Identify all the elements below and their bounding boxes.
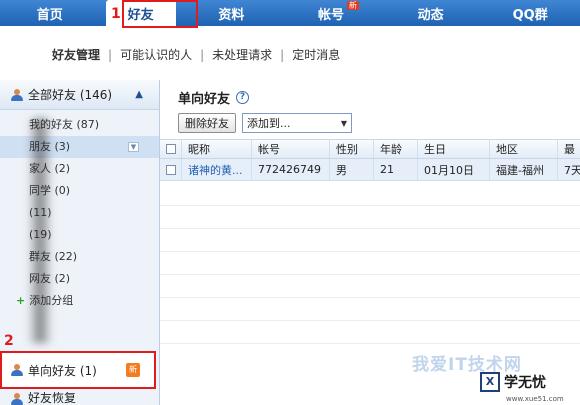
friend-recover-item[interactable]: 好友恢复 [2,392,154,405]
logo-name: 学无忧 [504,375,546,391]
col-last[interactable]: 最 [558,140,580,158]
logo-box: X [480,372,500,392]
user-icon [10,363,24,377]
toolbar: 删除好友 添加到... ▼ [168,113,580,133]
new-badge: 新 [346,1,359,10]
plus-icon: + [16,294,26,307]
new-badge: 新 [126,363,140,377]
friend-area: 福建-福州 [490,159,558,180]
delete-friend-button[interactable]: 删除好友 [178,113,236,133]
user-icon [10,88,24,102]
select-all-checkbox[interactable] [165,144,176,154]
watermark-logo: X 学无忧 [480,372,546,392]
add-to-select[interactable]: 添加到... ▼ [242,113,352,133]
table-row[interactable]: 诸神的黄... 772426749 男 21 01月10日 福建-福州 7天 [160,159,580,181]
friends-table: 昵称 帐号 性别 年龄 生日 地区 最 诸神的黄... 772426749 男 … [160,139,580,181]
row-checkbox[interactable] [165,164,176,175]
help-icon[interactable]: ? [236,91,250,104]
col-nickname[interactable]: 昵称 [182,140,252,158]
friend-group-sidebar: 全部好友 (146) ▲ 我的好友 (87) 朋友 (3) ▼ 家人 (2) 同… [0,80,160,405]
page-title: 单向好友 ? [168,88,580,107]
watermark-url: www.xue51.com [506,395,564,403]
friend-last: 7天 [564,163,580,177]
sub-nav: 好友管理 | 可能认识的人 | 未处理请求 | 定时消息 [52,46,341,63]
watermark-text: 我爱IT技术网 [412,355,522,375]
group-item[interactable]: (11) [0,202,159,224]
all-friends-header[interactable]: 全部好友 (146) ▲ [0,80,159,110]
group-item[interactable]: 群友 (22) [0,246,159,268]
friend-nickname-link[interactable]: 诸神的黄... [188,162,243,178]
col-sex[interactable]: 性别 [330,140,374,158]
nav-profile[interactable]: 资料 [182,0,282,26]
group-item[interactable]: 我的好友 (87) [0,114,159,136]
friend-account: 772426749 [252,159,330,180]
step-marker-1: 1 [111,6,121,22]
col-account[interactable]: 帐号 [252,140,330,158]
chevron-up-icon[interactable]: ▲ [135,89,143,100]
group-item[interactable]: 家人 (2) [0,158,159,180]
group-item[interactable]: 网友 (2) [0,268,159,290]
chevron-down-icon: ▼ [340,119,347,128]
group-item[interactable]: 朋友 (3) ▼ [0,136,159,158]
oneway-friends-item[interactable]: 单向好友 (1) 新 [2,353,154,387]
col-age[interactable]: 年龄 [374,140,418,158]
subnav-scheduled-messages[interactable]: 定时消息 [292,46,340,63]
site-watermark: 我爱IT技术网 X 学无忧 www.xue51.com [360,320,580,405]
main-panel: 单向好友 ? 删除好友 添加到... ▼ [168,88,580,133]
table-header: 昵称 帐号 性别 年龄 生日 地区 最 [160,139,580,159]
subnav-may-know[interactable]: 可能认识的人 [120,46,192,63]
nav-feed[interactable]: 动态 [381,0,481,26]
step-marker-2: 2 [4,333,14,349]
group-item[interactable]: (19) [0,224,159,246]
friend-age: 21 [374,159,418,180]
top-nav: 首页 好友 资料 帐号新 动态 QQ群 [0,0,580,26]
friend-sex: 男 [330,159,374,180]
nav-account[interactable]: 帐号新 [281,0,381,26]
friend-birthday: 01月10日 [418,159,490,180]
user-icon [10,392,24,405]
subnav-pending-requests[interactable]: 未处理请求 [212,46,272,63]
nav-qq-group[interactable]: QQ群 [480,0,580,26]
nav-home[interactable]: 首页 [0,0,100,26]
subnav-friend-manage[interactable]: 好友管理 [52,46,100,63]
group-item[interactable]: 同学 (0) [0,180,159,202]
add-group-button[interactable]: + 添加分组 [0,290,159,312]
col-area[interactable]: 地区 [490,140,558,158]
dropdown-arrow-icon[interactable]: ▼ [128,142,139,152]
col-birthday[interactable]: 生日 [418,140,490,158]
